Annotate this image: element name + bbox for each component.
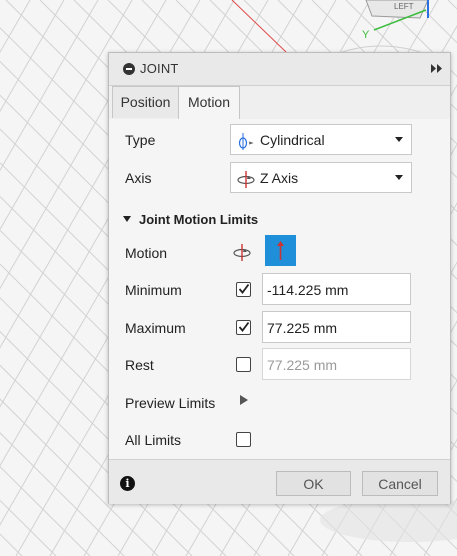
type-select[interactable]: Cylindrical — [230, 124, 412, 155]
minimum-checkbox[interactable] — [236, 282, 251, 297]
expand-icon[interactable] — [431, 64, 443, 73]
preview-limits-label: Preview Limits — [125, 395, 216, 411]
cancel-button[interactable]: Cancel — [362, 471, 438, 496]
joint-motion-limits-header[interactable]: Joint Motion Limits — [123, 212, 258, 227]
tab-position[interactable]: Position — [112, 86, 179, 118]
motion-label: Motion — [125, 245, 168, 261]
minimum-label: Minimum — [125, 282, 182, 298]
axis-value: Z Axis — [260, 170, 299, 186]
dialog-title: JOINT — [140, 61, 179, 76]
section-title: Joint Motion Limits — [139, 212, 259, 227]
joint-dialog: JOINT Position Motion Type Cylindrical A… — [108, 52, 451, 504]
collapse-icon[interactable] — [123, 63, 135, 75]
chevron-down-icon — [395, 137, 403, 142]
z-axis-icon — [237, 171, 255, 188]
type-value: Cylindrical — [260, 132, 325, 148]
ok-button[interactable]: OK — [276, 471, 351, 496]
dialog-footer: i OK Cancel — [109, 459, 450, 504]
rest-label: Rest — [125, 357, 154, 373]
chevron-down-icon — [395, 175, 403, 180]
rest-input[interactable]: 77.225 mm — [262, 348, 411, 380]
axis-select[interactable]: Z Axis — [230, 162, 412, 193]
maximum-label: Maximum — [125, 320, 186, 336]
tab-motion[interactable]: Motion — [178, 86, 240, 120]
dialog-titlebar[interactable]: JOINT — [109, 53, 450, 86]
slide-motion-button[interactable] — [265, 235, 296, 266]
maximum-checkbox[interactable] — [236, 320, 251, 335]
type-label: Type — [125, 132, 156, 148]
all-limits-checkbox[interactable] — [236, 432, 251, 447]
cylindrical-joint-icon — [238, 133, 254, 150]
axis-label: Axis — [125, 170, 152, 186]
checkmark-icon — [238, 283, 250, 294]
rotation-axis-icon[interactable] — [232, 242, 252, 262]
slide-arrow-icon — [277, 241, 284, 260]
viewcube-axis-label: Y — [362, 29, 370, 41]
maximum-input[interactable]: 77.225 mm — [262, 311, 411, 343]
all-limits-label: All Limits — [125, 432, 182, 448]
play-icon[interactable] — [240, 395, 248, 405]
minimum-input[interactable]: -114.225 mm — [262, 273, 411, 305]
collapse-triangle-icon — [123, 216, 131, 222]
info-icon[interactable]: i — [120, 476, 135, 491]
rest-checkbox[interactable] — [236, 357, 251, 372]
viewcube-face-label: LEFT — [394, 2, 414, 11]
tab-bar: Position Motion — [109, 85, 450, 120]
motion-tab-content: Type Cylindrical Axis Z Axis Joint Motio… — [109, 119, 450, 459]
checkmark-icon — [238, 321, 250, 332]
